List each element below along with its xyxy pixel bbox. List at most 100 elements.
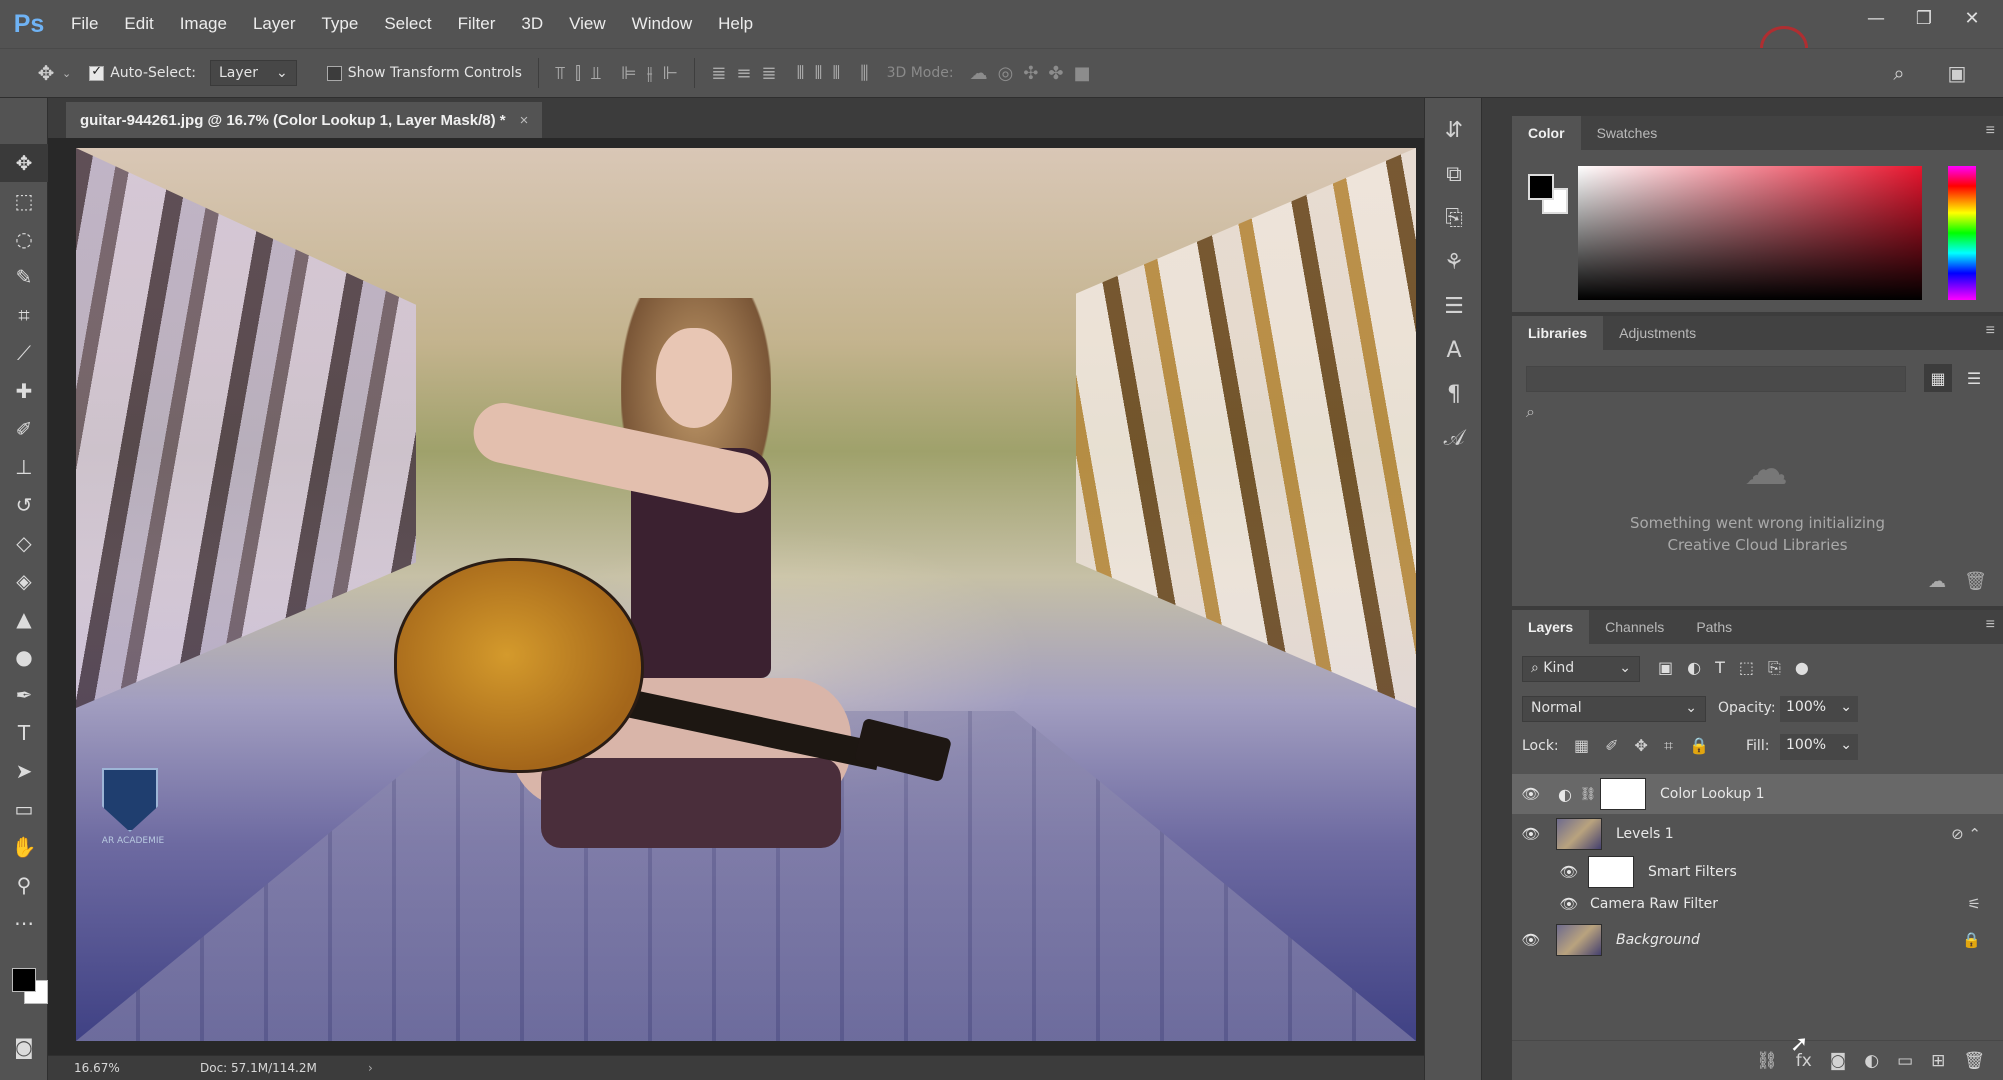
tab-channels[interactable]: Channels bbox=[1589, 610, 1680, 644]
adjustment-filter-icon[interactable]: ◐ bbox=[1687, 658, 1701, 678]
menu-view[interactable]: View bbox=[556, 0, 619, 48]
search-icon[interactable]: ⌕ bbox=[1883, 57, 1915, 89]
layer-filter-dropdown[interactable]: ⌕ Kind ⌄ bbox=[1522, 656, 1640, 682]
character-icon[interactable]: A bbox=[1425, 328, 1483, 372]
distribute-right-icon[interactable]: ⦀ bbox=[832, 63, 840, 84]
distribute-vcenter-icon[interactable]: ≡ bbox=[736, 63, 751, 84]
marquee-tool-icon[interactable]: ⬚ bbox=[0, 182, 48, 220]
layer-thumbnail[interactable] bbox=[1556, 924, 1602, 956]
zoom-level[interactable]: 16.67% bbox=[48, 1061, 168, 1075]
new-adjustment-icon[interactable]: ◐ bbox=[1864, 1051, 1879, 1071]
align-top-icon[interactable]: ⫪ bbox=[555, 63, 565, 84]
menu-3d[interactable]: 3D bbox=[508, 0, 556, 48]
healing-brush-tool-icon[interactable]: ✚ bbox=[0, 372, 48, 410]
panel-menu-icon[interactable]: ≡ bbox=[1986, 322, 1995, 340]
type-filter-icon[interactable]: T bbox=[1715, 658, 1725, 678]
3d-slide-icon[interactable]: ✤ bbox=[1048, 63, 1063, 84]
close-tab-icon[interactable]: × bbox=[520, 112, 529, 129]
layer-row-background[interactable]: 👁 Background 🔒 bbox=[1512, 920, 2003, 960]
layer-row-color-lookup[interactable]: 👁 ◐ ⛓ Color Lookup 1 bbox=[1512, 774, 2003, 814]
tab-swatches[interactable]: Swatches bbox=[1581, 116, 1674, 150]
filter-toggle-icon[interactable]: ● bbox=[1795, 658, 1809, 678]
eyedropper-tool-icon[interactable]: ⟋ bbox=[0, 334, 48, 372]
panel-menu-icon[interactable]: ≡ bbox=[1986, 616, 1995, 634]
library-select[interactable] bbox=[1526, 366, 1906, 392]
menu-layer[interactable]: Layer bbox=[240, 0, 309, 48]
show-transform-checkbox[interactable] bbox=[326, 65, 342, 81]
auto-align-icon[interactable]: ⫼ bbox=[860, 63, 868, 84]
color-swatches[interactable] bbox=[12, 968, 48, 1004]
align-hcenter-icon[interactable]: ⫲ bbox=[647, 63, 653, 84]
eraser-tool-icon[interactable]: ◇ bbox=[0, 524, 48, 562]
link-icon[interactable]: ⛓ bbox=[1578, 787, 1598, 802]
filter-options-icon[interactable]: ⚟ bbox=[1968, 895, 1981, 913]
color-panel-foreground[interactable] bbox=[1528, 174, 1554, 200]
maximize-icon[interactable]: ❐ bbox=[1911, 8, 1937, 29]
move-tool-icon[interactable]: ✥ bbox=[30, 57, 62, 89]
layer-row-camera-raw[interactable]: 👁 Camera Raw Filter ⚟ bbox=[1512, 884, 2003, 924]
shape-filter-icon[interactable]: ⬚ bbox=[1739, 658, 1754, 678]
search-icon[interactable]: ⌕ bbox=[1526, 402, 1535, 422]
brush-tool-icon[interactable]: ✐ bbox=[0, 410, 48, 448]
status-menu-arrow-icon[interactable]: › bbox=[368, 1061, 373, 1075]
align-left-icon[interactable]: ⊫ bbox=[621, 63, 637, 84]
new-layer-icon[interactable]: ⊞ bbox=[1931, 1051, 1945, 1071]
glyphs-icon[interactable]: 𝒜 bbox=[1425, 416, 1483, 460]
delete-layer-icon[interactable]: 🗑 bbox=[1963, 1051, 1985, 1071]
visibility-eye-icon[interactable]: 👁 bbox=[1516, 825, 1546, 843]
type-tool-icon[interactable]: T bbox=[0, 714, 48, 752]
3d-icon[interactable]: ⧉ bbox=[1425, 152, 1483, 196]
crop-tool-icon[interactable]: ⌗ bbox=[0, 296, 48, 334]
paragraph-icon[interactable]: ¶ bbox=[1425, 372, 1483, 416]
align-right-icon[interactable]: ⊩ bbox=[663, 63, 679, 84]
smart-object-filter-icon[interactable]: ⎘ bbox=[1768, 658, 1781, 678]
pen-tool-icon[interactable]: ✒ bbox=[0, 676, 48, 714]
visibility-eye-icon[interactable]: 👁 bbox=[1516, 785, 1546, 803]
hue-slider[interactable] bbox=[1948, 166, 1976, 300]
paint-bucket-tool-icon[interactable]: ◈ bbox=[0, 562, 48, 600]
align-bottom-icon[interactable]: ⫫ bbox=[591, 63, 601, 84]
foreground-color-swatch[interactable] bbox=[12, 968, 36, 992]
layer-row-levels[interactable]: 👁 Levels 1 ⊘ ⌃ bbox=[1512, 814, 2003, 854]
quick-select-tool-icon[interactable]: ✎ bbox=[0, 258, 48, 296]
tab-libraries[interactable]: Libraries bbox=[1512, 316, 1604, 350]
close-icon[interactable]: ✕ bbox=[1959, 8, 1985, 29]
tab-layers[interactable]: Layers bbox=[1512, 610, 1590, 644]
visibility-eye-icon[interactable]: 👁 bbox=[1516, 931, 1546, 949]
3d-scale-icon[interactable]: ■ bbox=[1073, 63, 1090, 84]
trash-icon[interactable]: 🗑 bbox=[1964, 571, 1987, 592]
list-view-icon[interactable]: ☰ bbox=[1960, 364, 1988, 392]
dodge-tool-icon[interactable]: ● bbox=[0, 638, 48, 676]
quick-mask-icon[interactable]: ◙ bbox=[0, 1028, 48, 1066]
canvas-area[interactable]: AR ACADEMIE bbox=[48, 138, 1424, 1055]
layer-thumbnail[interactable] bbox=[1556, 818, 1602, 850]
history-brush-tool-icon[interactable]: ↺ bbox=[0, 486, 48, 524]
clone-stamp-tool-icon[interactable]: ⊥ bbox=[0, 448, 48, 486]
lasso-tool-icon[interactable]: ◌ bbox=[0, 220, 48, 258]
path-select-tool-icon[interactable]: ➤ bbox=[0, 752, 48, 790]
lock-artboard-icon[interactable]: ⌗ bbox=[1664, 736, 1673, 756]
menu-edit[interactable]: Edit bbox=[111, 0, 166, 48]
brush-presets-icon[interactable]: ⚘ bbox=[1425, 240, 1483, 284]
opacity-input[interactable]: 100% ⌄ bbox=[1780, 696, 1858, 722]
move-tool-icon[interactable]: ✥ bbox=[0, 144, 48, 182]
menu-image[interactable]: Image bbox=[167, 0, 240, 48]
tab-paths[interactable]: Paths bbox=[1680, 610, 1748, 644]
zoom-tool-icon[interactable]: ⚲ bbox=[0, 866, 48, 904]
distribute-left-icon[interactable]: ⦀ bbox=[797, 63, 805, 84]
menu-type[interactable]: Type bbox=[308, 0, 371, 48]
blend-mode-dropdown[interactable]: Normal ⌄ bbox=[1522, 696, 1706, 722]
panel-menu-icon[interactable]: ≡ bbox=[1986, 122, 1995, 140]
menu-select[interactable]: Select bbox=[371, 0, 444, 48]
workspace-icon[interactable]: ▣ bbox=[1941, 57, 1973, 89]
align-vcenter-icon[interactable]: ⫿ bbox=[575, 63, 581, 84]
color-spectrum[interactable] bbox=[1578, 166, 1922, 300]
3d-roll-icon[interactable]: ◎ bbox=[998, 63, 1014, 84]
minimize-icon[interactable]: — bbox=[1863, 8, 1889, 29]
history-icon[interactable]: ⇵ bbox=[1425, 108, 1483, 152]
tab-adjustments[interactable]: Adjustments bbox=[1603, 316, 1712, 350]
distribute-hcenter-icon[interactable]: ⦀ bbox=[814, 63, 822, 84]
document-tab[interactable]: guitar-944261.jpg @ 16.7% (Color Lookup … bbox=[66, 102, 543, 138]
clone-source-icon[interactable]: ⎘ bbox=[1425, 196, 1483, 240]
grid-view-icon[interactable]: ▦ bbox=[1924, 364, 1952, 392]
